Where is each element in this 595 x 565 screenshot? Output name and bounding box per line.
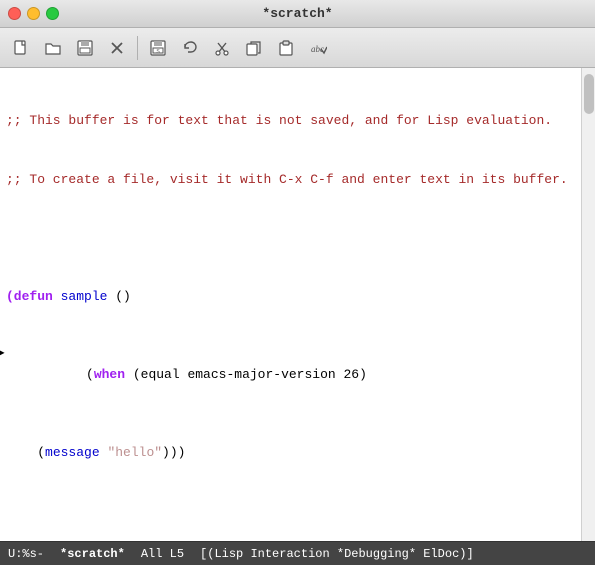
status-mode: U:%s- (8, 547, 44, 561)
status-minor-modes: [(Lisp Interaction *Debugging* ElDoc)] (200, 547, 474, 561)
spell-check-button[interactable]: abc (303, 33, 333, 63)
close-icon (109, 40, 125, 56)
message-line: (message "hello"))) (6, 443, 575, 463)
copy-button[interactable] (239, 33, 269, 63)
new-file-button[interactable] (6, 33, 36, 63)
comment-line-1: ;; This buffer is for text that is not s… (6, 111, 575, 131)
minimize-button[interactable] (27, 7, 40, 20)
cut-button[interactable] (207, 33, 237, 63)
close-file-button[interactable] (102, 33, 132, 63)
save-button[interactable] (70, 33, 100, 63)
window-controls (8, 7, 59, 20)
when-line: ► (when (equal emacs-major-version 26) (6, 345, 575, 404)
toolbar: S abc (0, 28, 595, 68)
save-icon (76, 39, 94, 57)
code-display: ;; This buffer is for text that is not s… (6, 72, 575, 541)
save-as-button[interactable]: S (143, 33, 173, 63)
svg-text:abc: abc (311, 44, 324, 54)
editor-content[interactable]: ;; This buffer is for text that is not s… (0, 68, 581, 541)
kw-when: when (94, 367, 125, 382)
defun-line: (defun sample () (6, 287, 575, 307)
open-file-button[interactable] (38, 33, 68, 63)
fn-message: message (45, 445, 100, 460)
editor-area: ;; This buffer is for text that is not s… (0, 68, 595, 541)
window-title: *scratch* (262, 6, 332, 21)
kw-defun: (defun (6, 289, 53, 304)
status-buffer: *scratch* (60, 547, 125, 561)
undo-icon (181, 39, 199, 57)
save-as-icon: S (149, 39, 167, 57)
empty-line-1 (6, 228, 575, 248)
undo-button[interactable] (175, 33, 205, 63)
comment-line-2: ;; To create a file, visit it with C-x C… (6, 170, 575, 190)
fn-sample-1: sample (61, 289, 108, 304)
vertical-scrollbar[interactable] (581, 68, 595, 541)
new-file-icon (12, 39, 30, 57)
copy-icon (245, 39, 263, 57)
empty-line-2 (6, 501, 575, 521)
scrollbar-thumb[interactable] (584, 74, 594, 114)
paste-button[interactable] (271, 33, 301, 63)
open-file-icon (44, 39, 62, 57)
spell-check-icon: abc (309, 39, 327, 57)
status-position: All L5 (141, 547, 184, 561)
string-hello: "hello" (107, 445, 162, 460)
separator-1 (137, 36, 138, 60)
cursor-indicator: ► (0, 346, 5, 363)
close-button[interactable] (8, 7, 21, 20)
titlebar: *scratch* (0, 0, 595, 28)
cut-icon (213, 39, 231, 57)
statusbar: U:%s- *scratch* All L5 [(Lisp Interactio… (0, 541, 595, 565)
maximize-button[interactable] (46, 7, 59, 20)
paste-icon (277, 39, 295, 57)
